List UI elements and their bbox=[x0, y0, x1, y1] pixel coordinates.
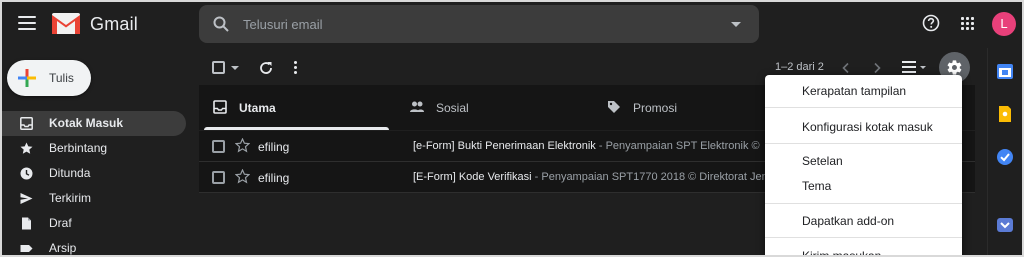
tab-sosial[interactable]: Sosial bbox=[396, 85, 586, 130]
menu-item-configure-inbox[interactable]: Konfigurasi kotak masuk bbox=[765, 115, 962, 139]
menu-item-label: Tema bbox=[802, 179, 832, 193]
plus-icon bbox=[18, 69, 36, 87]
sidebar-item-sent[interactable]: Terkirim bbox=[2, 186, 186, 211]
select-all-checkbox[interactable] bbox=[212, 61, 225, 74]
email-snippet: [e-Form] Bukti Penerimaan Elektronik - P… bbox=[413, 140, 765, 152]
gmail-window: Gmail L Tulis bbox=[0, 0, 1024, 257]
compose-label: Tulis bbox=[49, 71, 74, 85]
star-outline-icon[interactable] bbox=[235, 138, 250, 153]
pagination-text: 1–2 dari 2 bbox=[775, 61, 824, 73]
sidebar-item-starred[interactable]: Berbintang bbox=[2, 136, 186, 161]
sidebar-item-inbox[interactable]: Kotak Masuk bbox=[2, 111, 186, 136]
addon-icon[interactable] bbox=[996, 216, 1014, 234]
sidebar-item-label: Kotak Masuk bbox=[49, 116, 124, 130]
email-sender: efiling bbox=[258, 171, 290, 185]
sidebar-item-archive[interactable]: Arsip bbox=[2, 236, 186, 255]
help-icon[interactable] bbox=[922, 14, 940, 32]
menu-item-label: Konfigurasi kotak masuk bbox=[802, 120, 933, 134]
more-vert-icon[interactable] bbox=[294, 61, 298, 75]
gmail-logo-icon[interactable] bbox=[52, 13, 80, 34]
menu-divider bbox=[765, 143, 962, 144]
sidebar-nav: Kotak Masuk Berbintang Ditunda Terkirim bbox=[2, 111, 186, 255]
tab-label: Utama bbox=[239, 101, 276, 115]
email-preview: - Penyampaian SPT Elektronik © bbox=[595, 140, 760, 152]
draft-icon bbox=[22, 217, 31, 230]
search-icon[interactable] bbox=[213, 16, 229, 32]
tasks-icon[interactable] bbox=[996, 148, 1014, 166]
select-options-icon[interactable] bbox=[231, 66, 239, 70]
split-pane-icon[interactable] bbox=[902, 61, 916, 73]
app-name[interactable]: Gmail bbox=[90, 14, 138, 35]
inbox-icon bbox=[20, 117, 33, 130]
people-icon bbox=[410, 101, 424, 112]
menu-item-label: Kirim masukan bbox=[802, 249, 882, 257]
keep-icon[interactable] bbox=[996, 105, 1014, 123]
calendar-icon[interactable] bbox=[996, 62, 1014, 80]
sidebar-item-drafts[interactable]: Draf bbox=[2, 211, 186, 236]
sidebar-item-label: Arsip bbox=[49, 241, 77, 255]
split-pane-caret-icon[interactable] bbox=[920, 66, 926, 69]
tab-label: Sosial bbox=[436, 101, 469, 115]
tab-utama[interactable]: Utama bbox=[199, 85, 389, 130]
tab-label: Promosi bbox=[633, 101, 678, 115]
menu-item-themes[interactable]: Tema bbox=[765, 174, 962, 198]
email-sender: efiling bbox=[258, 140, 290, 154]
apps-grid-icon[interactable] bbox=[961, 17, 974, 30]
account-avatar[interactable]: L bbox=[992, 12, 1016, 36]
menu-item-label: Kerapatan tampilan bbox=[802, 84, 907, 98]
sidebar-item-label: Berbintang bbox=[49, 141, 108, 155]
sidebar-item-snoozed[interactable]: Ditunda bbox=[2, 161, 186, 186]
compose-button[interactable]: Tulis bbox=[7, 60, 91, 96]
email-subject: [E-Form] Kode Verifikasi bbox=[413, 171, 532, 183]
menu-divider bbox=[765, 237, 962, 238]
sidebar-item-label: Terkirim bbox=[49, 191, 91, 205]
menu-divider bbox=[765, 107, 962, 108]
search-input[interactable] bbox=[243, 15, 703, 33]
email-snippet: [E-Form] Kode Verifikasi - Penyampaian S… bbox=[413, 171, 765, 183]
row-checkbox[interactable] bbox=[212, 171, 225, 184]
chevron-right-icon[interactable] bbox=[872, 62, 882, 74]
row-checkbox[interactable] bbox=[212, 140, 225, 153]
tab-promosi[interactable]: Promosi bbox=[593, 85, 783, 130]
tag-icon bbox=[608, 101, 620, 113]
search-bar[interactable] bbox=[199, 5, 759, 43]
chevron-left-icon[interactable] bbox=[841, 62, 851, 74]
email-preview: - Penyampaian SPT1770 2018 © Direktorat … bbox=[531, 171, 765, 183]
label-icon bbox=[20, 245, 33, 252]
menu-item-label: Dapatkan add-on bbox=[802, 214, 895, 228]
star-icon bbox=[20, 142, 33, 154]
menu-item-get-addons[interactable]: Dapatkan add-on bbox=[765, 209, 962, 233]
sidebar-item-label: Draf bbox=[49, 216, 72, 230]
settings-menu: Kerapatan tampilan Konfigurasi kotak mas… bbox=[765, 75, 962, 257]
menu-item-display-density[interactable]: Kerapatan tampilan bbox=[765, 79, 962, 103]
search-options-icon[interactable] bbox=[731, 22, 741, 27]
sidebar-item-label: Ditunda bbox=[49, 166, 91, 180]
email-subject: [e-Form] Bukti Penerimaan Elektronik bbox=[413, 140, 596, 152]
inbox-icon bbox=[213, 100, 227, 114]
menu-item-settings[interactable]: Setelan bbox=[765, 149, 962, 173]
menu-item-label: Setelan bbox=[802, 154, 843, 168]
send-icon bbox=[20, 193, 33, 204]
gear-icon bbox=[947, 60, 962, 75]
refresh-icon[interactable] bbox=[258, 60, 274, 76]
top-bar: Gmail L bbox=[2, 2, 1022, 48]
main-menu-icon[interactable] bbox=[18, 16, 36, 30]
clock-icon bbox=[20, 167, 33, 180]
menu-item-send-feedback[interactable]: Kirim masukan bbox=[765, 244, 962, 257]
star-outline-icon[interactable] bbox=[235, 169, 250, 184]
side-panel bbox=[987, 48, 1022, 255]
menu-divider bbox=[765, 203, 962, 204]
